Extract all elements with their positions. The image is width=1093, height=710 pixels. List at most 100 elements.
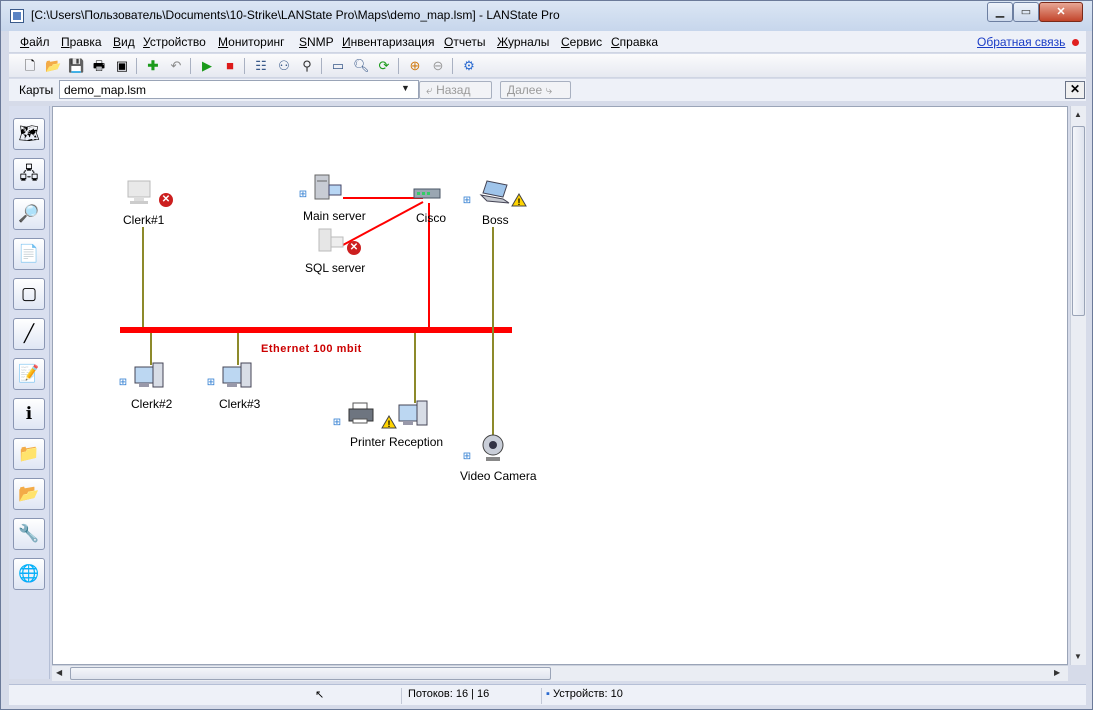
toolbar-separator (136, 58, 137, 74)
close-map-button[interactable]: ✕ (1065, 81, 1085, 99)
ethernet-segment[interactable] (120, 327, 512, 333)
map-file-value: demo_map.lsm (64, 83, 147, 97)
scroll-left-icon[interactable]: ◀ (56, 668, 62, 677)
open-folder-icon[interactable]: 📂 (13, 478, 45, 510)
zoom-in-icon[interactable]: ⊕ (407, 58, 423, 74)
zoom-out-icon[interactable]: ⊖ (430, 58, 446, 74)
menu-logs[interactable]: Журналы (497, 35, 549, 49)
switch-icon (413, 188, 441, 199)
folder-star-icon[interactable]: 📁 (13, 438, 45, 470)
close-button[interactable]: ✕ (1039, 2, 1083, 22)
vertical-scrollbar[interactable]: ▲ ▼ (1070, 106, 1086, 665)
device-video-camera[interactable]: ⊞ (461, 433, 513, 467)
feedback-link[interactable]: Обратная связь (977, 35, 1065, 49)
computer-icon (127, 180, 151, 204)
horizontal-scroll-thumb[interactable] (70, 667, 551, 680)
toolbar-separator (452, 58, 453, 74)
device-reception[interactable]: ! (381, 399, 433, 431)
scroll-up-icon[interactable]: ▲ (1074, 110, 1082, 119)
menu-file[interactable]: Файл (20, 35, 50, 49)
start-monitoring-icon[interactable]: ▶ (199, 58, 215, 74)
device-cisco[interactable] (413, 185, 443, 203)
horizontal-scrollbar[interactable]: ◀ ▶ (52, 665, 1068, 681)
document-icon[interactable]: 📝 (13, 358, 45, 390)
menu-monitoring[interactable]: Мониторинг (218, 35, 285, 49)
map-canvas[interactable]: Ethernet 100 mbit ✕ Clerk#1 ⊞ Main serve… (52, 106, 1068, 665)
ip-scan-icon[interactable]: 🔎 (13, 198, 45, 230)
title-bar[interactable]: [C:\Users\Пользователь\Documents\10-Stri… (1, 1, 1092, 31)
menu-snmp[interactable]: SNMP (299, 35, 334, 49)
properties-icon[interactable]: ▣ (114, 58, 130, 74)
stop-monitoring-icon[interactable]: ■ (222, 58, 238, 74)
toolbar-separator (321, 58, 322, 74)
left-tool-panel: 🗺 🖧 🔎 📄 ▢ ╱ 📝 ℹ 📁 📂 🔧 🌐 (9, 106, 50, 679)
menu-edit[interactable]: Правка (61, 35, 102, 49)
svg-text:!: ! (518, 197, 521, 207)
label-main-server: Main server (303, 209, 366, 223)
toolbar-separator (244, 58, 245, 74)
windows-icon: ⊞ (462, 195, 472, 206)
device-clerk3[interactable]: ⊞ (205, 361, 257, 393)
error-icon: ✕ (159, 193, 173, 207)
new-file-icon[interactable]: 🗋 (22, 58, 38, 74)
devices-status: Устройств: 10 (552, 688, 623, 700)
tools-icon[interactable]: 🔧 (13, 518, 45, 550)
add-devices-icon[interactable]: 🖧 (13, 158, 45, 190)
label-cisco: Cisco (416, 211, 447, 225)
chevron-down-icon[interactable]: ▼ (401, 83, 410, 93)
server-icon (318, 228, 344, 252)
topology-icon[interactable]: ⚇ (276, 58, 292, 74)
save-icon[interactable]: 💾 (68, 58, 84, 74)
device-clerk1[interactable]: ✕ (125, 179, 173, 211)
server-icon (314, 174, 342, 200)
label-clerk2: Clerk#2 (131, 397, 173, 411)
scroll-right-icon[interactable]: ▶ (1054, 668, 1060, 677)
network-drive-icon[interactable]: 🌐 (13, 558, 45, 590)
windows-icon: ⊞ (332, 417, 342, 428)
printer-icon (348, 402, 374, 424)
toolbar: 🗋 📂 💾 🖶 ▣ ✚ ↶ ▶ ■ ☷ ⚇ ⚲ ▭ 🔍︎ ⟳ ⊕ ⊖ ⚙ (9, 54, 1086, 78)
network-list-icon[interactable]: ☷ (253, 58, 269, 74)
scan-network-icon[interactable]: 🗺 (13, 118, 45, 150)
network-icon: ▪ (546, 688, 550, 700)
menu-view[interactable]: Вид (113, 35, 135, 49)
draw-line-icon[interactable]: ╱ (13, 318, 45, 350)
toolbar-separator (190, 58, 191, 74)
screen-icon[interactable]: ▭ (330, 58, 346, 74)
windows-icon: ⊞ (462, 451, 472, 462)
scroll-down-icon[interactable]: ▼ (1074, 652, 1082, 661)
device-clerk2[interactable]: ⊞ (117, 361, 169, 393)
menu-inventory[interactable]: Инвентаризация (342, 35, 434, 49)
print-icon[interactable]: 🖶 (91, 58, 107, 74)
report-icon[interactable]: 📄 (13, 238, 45, 270)
device-main-server[interactable]: ⊞ (297, 173, 347, 205)
back-button[interactable]: ⤶ Назад (419, 81, 492, 99)
preview-icon[interactable]: 🔍︎ (353, 58, 370, 74)
device-printer[interactable]: ⊞ (331, 401, 375, 431)
menu-reports[interactable]: Отчеты (444, 35, 486, 49)
maximize-button[interactable]: ▭ (1013, 2, 1039, 22)
minimize-button[interactable]: ▁ (987, 2, 1013, 22)
undo-icon[interactable]: ↶ (168, 58, 184, 74)
add-device-icon[interactable]: ✚ (145, 58, 161, 74)
refresh-icon[interactable]: ⟳ (376, 58, 392, 74)
settings-icon[interactable]: ⚙ (461, 58, 477, 74)
binoculars-icon[interactable]: ⚲ (299, 58, 315, 74)
app-window: [C:\Users\Пользователь\Documents\10-Stri… (0, 0, 1093, 710)
back-label: Назад (436, 83, 471, 97)
windows-icon: ⊞ (118, 377, 128, 388)
computer-icon (134, 362, 164, 388)
menu-service[interactable]: Сервис (561, 35, 602, 49)
app-icon (10, 9, 24, 23)
device-sql-server[interactable]: ✕ (317, 227, 365, 259)
segment-icon[interactable]: ▢ (13, 278, 45, 310)
open-folder-icon[interactable]: 📂 (45, 58, 61, 74)
menu-device[interactable]: Устройство (143, 35, 206, 49)
forward-label: Далее (507, 83, 543, 97)
forward-button[interactable]: Далее ⤷ (500, 81, 571, 99)
menu-help[interactable]: Справка (611, 35, 658, 49)
device-boss[interactable]: ⊞ ! (461, 179, 531, 213)
vertical-scroll-thumb[interactable] (1072, 126, 1085, 316)
map-file-combo[interactable]: demo_map.lsm (59, 80, 419, 99)
info-icon[interactable]: ℹ (13, 398, 45, 430)
